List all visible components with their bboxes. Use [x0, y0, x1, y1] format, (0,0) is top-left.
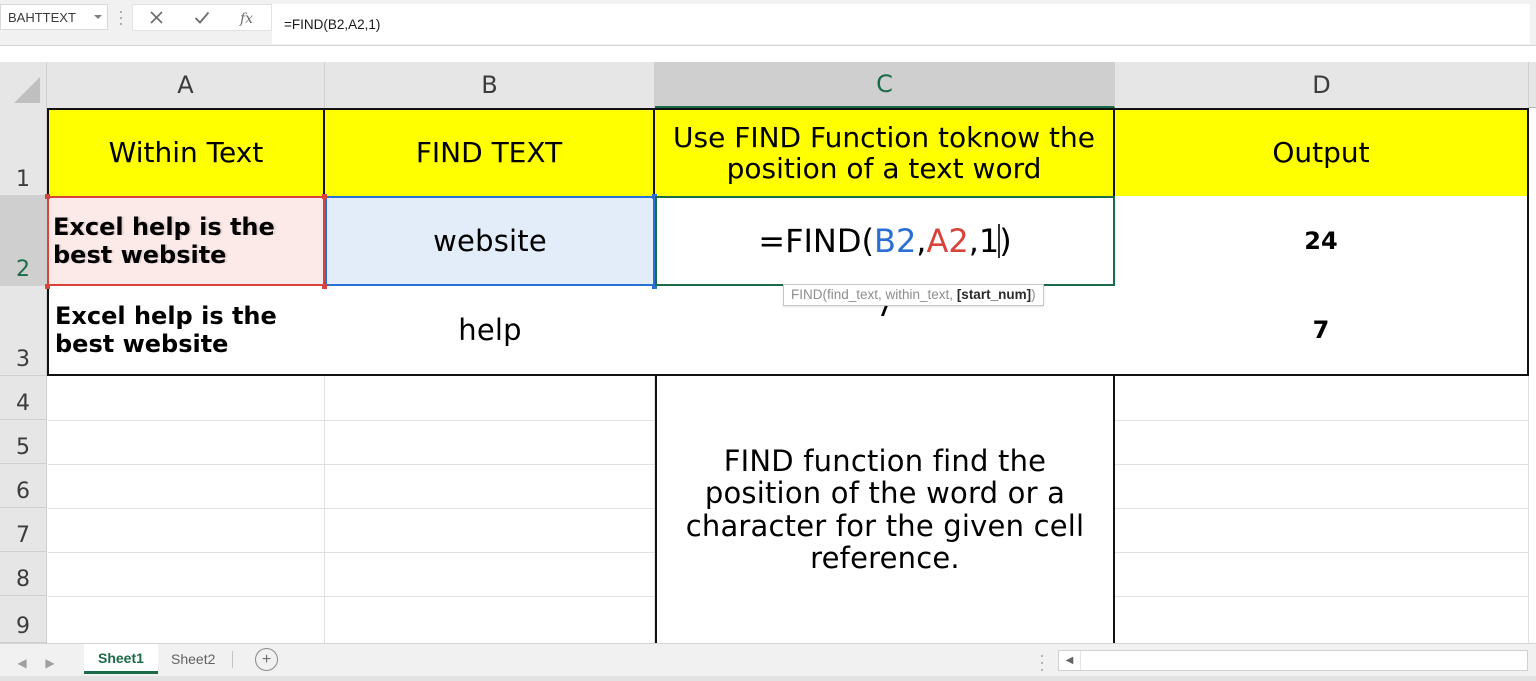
formula-input-value: =FIND(B2,A2,1) — [284, 16, 381, 32]
ref-handle[interactable] — [322, 194, 327, 199]
ref-handle[interactable] — [45, 284, 50, 289]
formula-token-arg2: A2 — [926, 222, 969, 260]
function-argument-tooltip: FIND(find_text, within_text, [start_num]… — [783, 284, 1044, 306]
plus-circle-icon[interactable]: + — [255, 648, 278, 671]
formula-bar: BAHTTEXT fx =FIND(B2,A2,1) — [0, 0, 1536, 46]
row-header-4[interactable]: 4 — [0, 376, 47, 420]
column-header-c[interactable]: C — [655, 62, 1115, 108]
column-header-a[interactable]: A — [47, 62, 325, 108]
svg-text:fx: fx — [239, 11, 253, 27]
tab-separator — [232, 651, 233, 668]
row-header-1[interactable]: 1 — [0, 108, 47, 196]
ref-handle[interactable] — [45, 194, 50, 199]
vertical-dots-icon[interactable] — [117, 9, 125, 27]
fx-icon[interactable]: fx — [225, 5, 271, 30]
formula-action-group: fx — [132, 4, 272, 31]
arrow-right-icon[interactable]: ▶ — [45, 656, 54, 670]
spreadsheet-grid: A B C D 1 2 3 4 5 6 7 8 9 Within Text FI… — [0, 46, 1536, 643]
column-header-row: A B C D — [0, 62, 1536, 108]
chevron-down-icon[interactable] — [89, 5, 107, 29]
check-icon[interactable] — [179, 5, 225, 30]
row-header-5[interactable]: 5 — [0, 420, 47, 464]
tooltip-suffix: ) — [1031, 287, 1036, 302]
row-header-2[interactable]: 2 — [0, 196, 47, 286]
cell-a1[interactable]: Within Text — [47, 108, 325, 196]
cell-b3[interactable]: help — [325, 286, 655, 376]
cell-a2-text: Excel help is the best website — [53, 212, 275, 269]
row-header-6[interactable]: 6 — [0, 464, 47, 508]
formula-token-arg3: 1 — [978, 222, 1000, 260]
sheet-tab-sheet2[interactable]: Sheet2 — [157, 644, 229, 674]
row-header-8[interactable]: 8 — [0, 552, 47, 596]
select-all-corner-icon[interactable] — [0, 62, 47, 108]
arrow-left-icon[interactable]: ◀ — [17, 656, 26, 670]
gridline — [1528, 376, 1529, 643]
cell-c4-merged-note[interactable]: FIND function find the position of the w… — [655, 376, 1115, 643]
column-header-b[interactable]: B — [325, 62, 655, 108]
cell-a3[interactable]: Excel help is the best website — [47, 286, 325, 376]
gridline — [324, 376, 325, 643]
formula-token-arg1: B2 — [873, 222, 917, 260]
cell-b2-text: website — [433, 223, 547, 258]
name-box-value: BAHTTEXT — [8, 9, 76, 25]
sheet-tab-sheet1[interactable]: Sheet1 — [84, 644, 158, 674]
close-icon[interactable] — [133, 5, 179, 30]
name-box[interactable]: BAHTTEXT — [0, 4, 108, 30]
sheet-nav-arrows[interactable]: ◀ ▶ — [8, 651, 64, 675]
formula-input[interactable]: =FIND(B2,A2,1) — [272, 4, 1530, 44]
cell-b1[interactable]: FIND TEXT — [325, 108, 655, 196]
formula-token-comma1: , — [916, 222, 927, 260]
row-header-3[interactable]: 3 — [0, 286, 47, 376]
cell-d2[interactable]: 24 — [1115, 196, 1529, 286]
bottom-strip — [0, 676, 1536, 681]
cell-d3[interactable]: 7 — [1115, 286, 1529, 376]
triangle-left-icon[interactable]: ◀ — [1059, 651, 1081, 670]
ref-handle[interactable] — [322, 284, 327, 289]
tooltip-bold-arg: [start_num] — [956, 287, 1032, 302]
row-header-7[interactable]: 7 — [0, 508, 47, 552]
row-header-9[interactable]: 9 — [0, 596, 47, 643]
tooltip-prefix: FIND(find_text, within_text, — [791, 287, 957, 302]
formula-token-suffix: ) — [999, 222, 1012, 260]
cell-c2-editing-formula[interactable]: =FIND(B2, A2, 1) — [655, 196, 1115, 286]
formula-token-comma2: , — [968, 222, 979, 260]
formula-token-prefix: =FIND( — [758, 222, 874, 260]
column-header-d[interactable]: D — [1115, 62, 1529, 108]
vertical-dots-icon[interactable] — [1038, 655, 1046, 671]
cell-c1[interactable]: Use FIND Function toknow the position of… — [655, 108, 1115, 196]
horizontal-scrollbar[interactable]: ◀ — [1058, 650, 1528, 671]
cell-d1[interactable]: Output — [1115, 108, 1529, 196]
